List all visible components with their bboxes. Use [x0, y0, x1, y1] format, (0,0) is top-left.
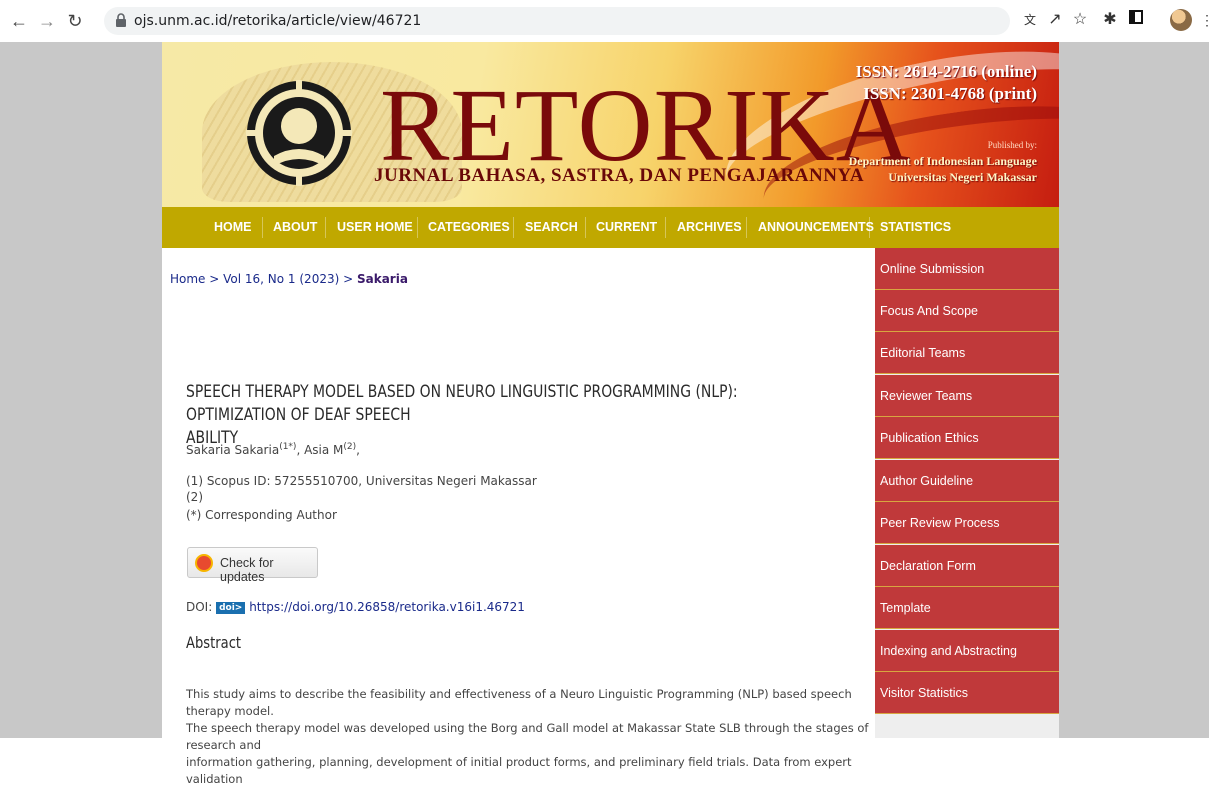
sidebar-item-peer-review-process[interactable]: Peer Review Process: [875, 502, 1059, 544]
breadcrumb-separator: >: [205, 272, 224, 286]
menu-divider: [513, 217, 514, 238]
publisher-department: Department of Indonesian Language: [848, 154, 1037, 168]
published-by-label: Published by:: [987, 140, 1037, 150]
nav-about[interactable]: ABOUT: [273, 207, 317, 248]
lock-icon[interactable]: [116, 13, 126, 27]
crossmark-icon: [195, 554, 213, 572]
nav-home[interactable]: HOME: [214, 207, 252, 248]
nav-announcements[interactable]: ANNOUNCEMENTS: [758, 207, 874, 248]
url-text[interactable]: ojs.unm.ac.id/retorika/article/view/4672…: [134, 13, 421, 29]
affiliation-2: (2): [186, 490, 203, 504]
menu-divider: [262, 217, 263, 238]
sidebar-item-indexing-and-abstracting[interactable]: Indexing and Abstracting: [875, 630, 1059, 672]
article-authors: Sakaria Sakaria(1*), Asia M(2),: [186, 442, 360, 457]
extensions-puzzle-icon[interactable]: ✱: [1100, 10, 1120, 30]
nav-search[interactable]: SEARCH: [525, 207, 578, 248]
issn-print: ISSN: 2301-4768 (print): [863, 84, 1037, 103]
check-for-updates-label: Check for updates: [220, 556, 274, 584]
corresponding-author-note: (*) Corresponding Author: [186, 508, 337, 522]
bookmark-star-icon[interactable]: ☆: [1070, 10, 1090, 30]
sidebar-item-template[interactable]: Template: [875, 587, 1059, 629]
breadcrumb-current[interactable]: Sakaria: [357, 272, 408, 286]
article-title: SPEECH THERAPY MODEL BASED ON NEURO LING…: [186, 381, 738, 450]
translate-icon[interactable]: 文: [1020, 10, 1040, 30]
forward-arrow-icon[interactable]: →: [36, 10, 58, 32]
sidebar-item-declaration-form[interactable]: Declaration Form: [875, 545, 1059, 587]
profile-avatar[interactable]: [1170, 9, 1192, 31]
abstract-line: The speech therapy model was developed u…: [186, 721, 869, 752]
reload-icon[interactable]: ↻: [64, 10, 86, 32]
nav-categories[interactable]: CATEGORIES: [428, 207, 510, 248]
doi-badge-icon: doi>: [216, 602, 246, 614]
abstract-line: This study aims to describe the feasibil…: [186, 687, 852, 718]
sidebar-menu: Online Submission Focus And Scope Editor…: [875, 248, 1059, 738]
menu-divider: [585, 217, 586, 238]
menu-divider: [417, 217, 418, 238]
side-panel-icon[interactable]: [1126, 10, 1146, 30]
check-for-updates-button[interactable]: Check for updates: [187, 547, 318, 584]
journal-tagline: JURNAL BAHASA, SASTRA, DAN PENGAJARANNYA: [374, 165, 865, 186]
back-arrow-icon[interactable]: ←: [8, 10, 30, 32]
menu-divider: [325, 217, 326, 238]
sidebar-item-editorial-teams[interactable]: Editorial Teams: [875, 332, 1059, 374]
affiliation-1: (1) Scopus ID: 57255510700, Universitas …: [186, 474, 537, 488]
page-viewport: RETORIKA JURNAL BAHASA, SASTRA, DAN PENG…: [0, 42, 1209, 786]
nav-statistics[interactable]: STATISTICS: [880, 207, 951, 248]
doi-link[interactable]: https://doi.org/10.26858/retorika.v16i1.…: [249, 600, 525, 614]
abstract-heading: Abstract: [186, 633, 242, 652]
university-logo-icon: [246, 80, 352, 186]
abstract-line: information gathering, planning, develop…: [186, 755, 852, 786]
breadcrumb-separator: >: [339, 272, 357, 286]
share-icon[interactable]: ↗: [1045, 10, 1065, 30]
sidebar-item-focus-and-scope[interactable]: Focus And Scope: [875, 290, 1059, 332]
journal-page: RETORIKA JURNAL BAHASA, SASTRA, DAN PENG…: [162, 42, 1059, 786]
sidebar-item-visitor-statistics[interactable]: Visitor Statistics: [875, 672, 1059, 714]
publisher-university: Universitas Negeri Makassar: [888, 170, 1037, 184]
nav-archives[interactable]: ARCHIVES: [677, 207, 742, 248]
sidebar-item-publication-ethics[interactable]: Publication Ethics: [875, 417, 1059, 459]
nav-current[interactable]: CURRENT: [596, 207, 657, 248]
abstract-text: This study aims to describe the feasibil…: [186, 686, 876, 788]
article-title-line: SPEECH THERAPY MODEL BASED ON NEURO LING…: [186, 382, 738, 425]
journal-name: RETORIKA: [380, 68, 912, 183]
browser-toolbar: ← → ↻ ojs.unm.ac.id/retorika/article/vie…: [0, 0, 1209, 42]
doi-label: DOI:: [186, 600, 217, 614]
author-name: Sakaria Sakaria: [186, 443, 280, 457]
menu-kebab-icon[interactable]: ⋮: [1200, 12, 1209, 29]
sidebar-item-author-guideline[interactable]: Author Guideline: [875, 460, 1059, 502]
article-doi: DOI: doi> https://doi.org/10.26858/retor…: [186, 600, 525, 614]
menu-divider: [869, 217, 870, 238]
journal-banner: RETORIKA JURNAL BAHASA, SASTRA, DAN PENG…: [162, 42, 1059, 207]
breadcrumb-home[interactable]: Home: [170, 272, 205, 286]
author-affiliation-mark: (2): [343, 442, 357, 452]
menu-divider: [665, 217, 666, 238]
issn-online: ISSN: 2614-2716 (online): [855, 62, 1037, 81]
author-affiliation-mark: (1*): [279, 442, 297, 452]
main-nav-menu: HOME ABOUT USER HOME CATEGORIES SEARCH C…: [162, 207, 1059, 248]
menu-divider: [746, 217, 747, 238]
breadcrumb: Home > Vol 16, No 1 (2023) > Sakaria: [170, 272, 408, 286]
nav-user-home[interactable]: USER HOME: [337, 207, 413, 248]
sidebar-item-online-submission[interactable]: Online Submission: [875, 248, 1059, 290]
address-bar[interactable]: ojs.unm.ac.id/retorika/article/view/4672…: [104, 7, 1010, 35]
breadcrumb-issue[interactable]: Vol 16, No 1 (2023): [223, 272, 339, 286]
sidebar-item-reviewer-teams[interactable]: Reviewer Teams: [875, 375, 1059, 417]
author-name: Asia M: [304, 443, 344, 457]
